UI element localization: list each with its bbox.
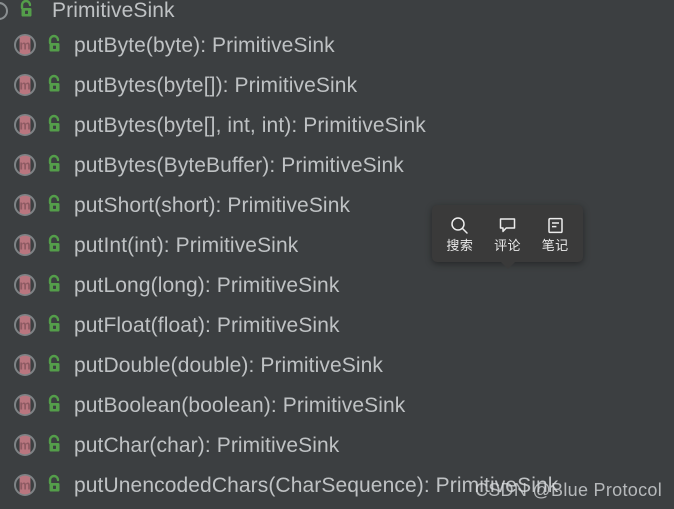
- svg-text:m: m: [19, 158, 30, 172]
- tree-row[interactable]: m putDouble(double): PrimitiveSink: [0, 345, 674, 385]
- method-icon: m: [12, 72, 38, 98]
- tree-row[interactable]: m putBytes(byte[]): PrimitiveSink: [0, 65, 674, 105]
- tree-row-label: putInt(int): PrimitiveSink: [74, 233, 299, 257]
- method-icon: m: [12, 352, 38, 378]
- unlock-icon: [44, 393, 64, 417]
- unlock-icon: [44, 433, 64, 457]
- unlock-icon: [44, 153, 64, 177]
- structure-member-list: m putByte(byte): PrimitiveSink m putBytes(b…: [0, 25, 674, 505]
- tree-row[interactable]: m putBytes(ByteBuffer): PrimitiveSink: [0, 145, 674, 185]
- method-icon: m: [12, 32, 38, 58]
- unlock-icon: [16, 0, 36, 22]
- tree-row-label: putChar(char): PrimitiveSink: [74, 433, 340, 457]
- method-icon: m: [12, 392, 38, 418]
- unlock-icon: [44, 33, 64, 57]
- csdn-selection-toolbar[interactable]: 搜索 评论 笔记: [432, 205, 583, 269]
- tree-row-label: putUnencodedChars(CharSequence): Primiti…: [74, 473, 559, 497]
- code-structure-panel: I PrimitiveSink m putByte(byte): Primitiv…: [0, 0, 674, 509]
- svg-text:m: m: [19, 478, 30, 492]
- svg-text:m: m: [19, 78, 30, 92]
- csdn-toolbar-item-comment[interactable]: 评论: [484, 216, 530, 252]
- unlock-icon: [44, 113, 64, 137]
- note-icon: [546, 216, 565, 235]
- tree-row-label: PrimitiveSink: [52, 0, 175, 22]
- svg-text:I: I: [0, 5, 1, 19]
- method-icon: m: [12, 312, 38, 338]
- tree-row-label: putBytes(byte[], int, int): PrimitiveSin…: [74, 113, 426, 137]
- tree-row[interactable]: m putByte(byte): PrimitiveSink: [0, 25, 674, 65]
- method-icon: m: [12, 472, 38, 498]
- svg-text:m: m: [19, 238, 30, 252]
- unlock-icon: [44, 473, 64, 497]
- method-icon: m: [12, 432, 38, 458]
- toolbar-arrow-icon: [499, 261, 516, 269]
- tree-row-label: putFloat(float): PrimitiveSink: [74, 313, 340, 337]
- method-icon: m: [12, 152, 38, 178]
- tree-row-label: putDouble(double): PrimitiveSink: [74, 353, 384, 377]
- tree-row-label: putLong(long): PrimitiveSink: [74, 273, 340, 297]
- tree-row-label: putBytes(byte[]): PrimitiveSink: [74, 73, 358, 97]
- tree-row-label: putByte(byte): PrimitiveSink: [74, 33, 335, 57]
- svg-text:m: m: [19, 38, 30, 52]
- csdn-toolbar-item-note[interactable]: 笔记: [532, 216, 578, 252]
- svg-text:m: m: [19, 198, 30, 212]
- method-icon: m: [12, 112, 38, 138]
- unlock-icon: [44, 233, 64, 257]
- csdn-toolbar-label: 搜索: [446, 237, 474, 253]
- svg-text:m: m: [19, 118, 30, 132]
- unlock-icon: [44, 193, 64, 217]
- tree-row[interactable]: m putBytes(byte[], int, int): PrimitiveSi…: [0, 105, 674, 145]
- interface-icon: I: [0, 0, 12, 22]
- unlock-icon: [44, 73, 64, 97]
- svg-text:m: m: [19, 278, 30, 292]
- unlock-icon: [44, 273, 64, 297]
- tree-row[interactable]: m putBoolean(boolean): PrimitiveSink: [0, 385, 674, 425]
- csdn-toolbar-item-search[interactable]: 搜索: [437, 216, 483, 252]
- unlock-icon: [44, 353, 64, 377]
- tree-row-label: putBytes(ByteBuffer): PrimitiveSink: [74, 153, 404, 177]
- method-icon: m: [12, 272, 38, 298]
- tree-row-label: putBoolean(boolean): PrimitiveSink: [74, 393, 406, 417]
- comment-icon: [498, 216, 517, 235]
- svg-text:m: m: [19, 438, 30, 452]
- svg-text:m: m: [19, 358, 30, 372]
- method-icon: m: [12, 232, 38, 258]
- unlock-icon: [44, 313, 64, 337]
- tree-row[interactable]: m putUnencodedChars(CharSequence): Primit…: [0, 465, 674, 505]
- svg-text:m: m: [19, 318, 30, 332]
- csdn-toolbar-label: 笔记: [541, 237, 569, 253]
- search-icon: [450, 216, 469, 235]
- tree-row[interactable]: m putChar(char): PrimitiveSink: [0, 425, 674, 465]
- tree-row-label: putShort(short): PrimitiveSink: [74, 193, 351, 217]
- svg-text:m: m: [19, 398, 30, 412]
- csdn-toolbar-label: 评论: [494, 237, 521, 253]
- tree-row-root[interactable]: I PrimitiveSink: [0, 0, 674, 25]
- tree-row[interactable]: m putFloat(float): PrimitiveSink: [0, 305, 674, 345]
- method-icon: m: [12, 192, 38, 218]
- tree-row[interactable]: m putLong(long): PrimitiveSink: [0, 265, 674, 305]
